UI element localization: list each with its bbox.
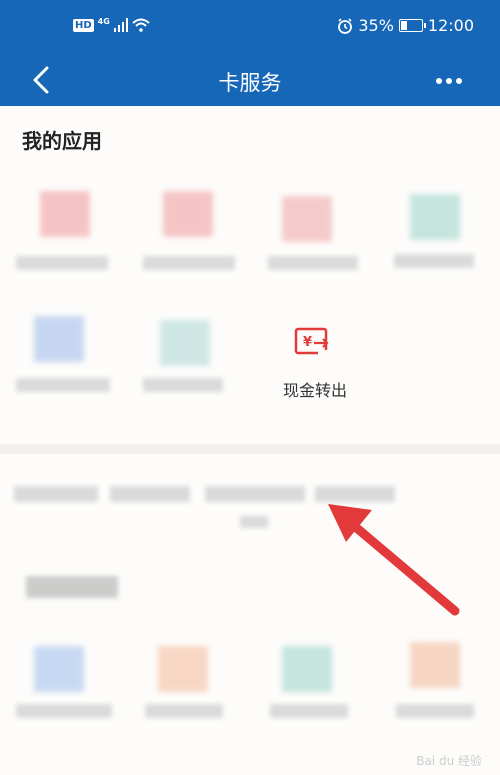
divider	[0, 444, 500, 454]
app-label-blurred	[16, 704, 112, 718]
page-title: 卡服务	[218, 71, 282, 95]
network-type: 4G	[97, 16, 110, 26]
app-label-blurred	[268, 256, 358, 270]
watermark: Bai du 经验	[416, 754, 482, 768]
banner-blurred	[14, 486, 98, 502]
main-content: 我的应用 ¥ 现金转出	[0, 106, 500, 775]
app-icon-blurred	[158, 646, 208, 692]
clock: 12:00	[427, 16, 474, 35]
app-icon-blurred	[410, 194, 460, 240]
signal-icon	[113, 18, 128, 32]
battery-icon	[398, 19, 426, 32]
app-icon-blurred	[282, 196, 332, 242]
app-label-blurred	[16, 378, 110, 392]
app-icon-blurred	[163, 191, 213, 237]
banner-blurred	[240, 516, 268, 528]
system-status: 35% 12:00	[337, 16, 474, 35]
app-label-blurred	[270, 704, 348, 718]
svg-text:¥: ¥	[303, 335, 312, 350]
section-title-blurred	[26, 576, 118, 598]
annotation-arrow	[328, 504, 460, 616]
section-title: 我的应用	[22, 129, 102, 153]
app-icon-blurred	[160, 320, 210, 366]
cash-transfer-label: 现金转出	[282, 381, 347, 400]
banner-blurred	[110, 486, 190, 502]
wifi-icon	[132, 18, 150, 32]
app-icon-blurred	[34, 646, 84, 692]
app-label-blurred	[143, 378, 223, 392]
title-bar: 卡服务	[0, 56, 500, 106]
app-icon-blurred	[282, 646, 332, 692]
hd-badge: HD	[73, 18, 94, 32]
app-icon-blurred	[34, 316, 84, 362]
status-bar: HD 4G 35% 12:00	[0, 0, 500, 56]
app-label-blurred	[396, 704, 474, 718]
app-label-blurred	[145, 704, 223, 718]
app-label-blurred	[16, 256, 108, 270]
app-icon-blurred	[40, 191, 90, 237]
alarm-icon	[338, 17, 353, 34]
app-label-blurred	[143, 256, 235, 270]
more-icon[interactable]	[434, 72, 464, 90]
app-icon-blurred	[410, 642, 460, 688]
battery-percent: 35%	[358, 16, 394, 35]
network-status: HD 4G	[73, 16, 150, 32]
banner-blurred	[205, 486, 305, 502]
cash-transfer-icon: ¥	[294, 327, 332, 358]
app-label-blurred	[394, 254, 474, 268]
